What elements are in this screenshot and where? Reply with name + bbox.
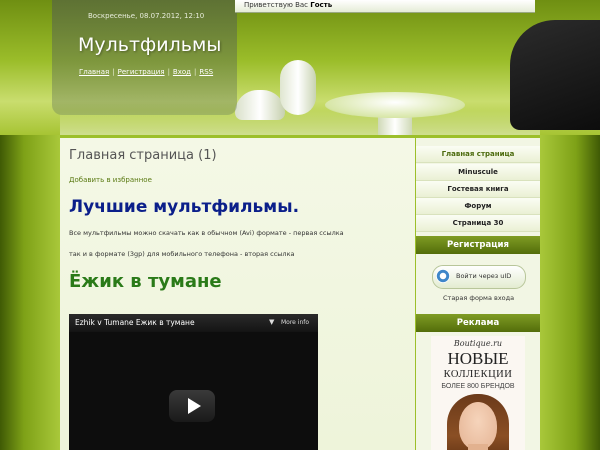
sidebar-item-page30[interactable]: Страница 30 <box>416 215 540 232</box>
date-time: Воскресенье, 08.07.2012, 12:10 <box>88 12 205 20</box>
ad-brand: Boutique.ru <box>453 339 503 348</box>
registration-block-title: Регистрация <box>416 236 540 254</box>
add-to-favorites-link[interactable]: Добавить в избранное <box>69 176 152 184</box>
ad-model-neck <box>468 444 488 450</box>
ad-headline-1: НОВЫЕ <box>447 349 509 368</box>
description-line-1: Все мультфильмы можно скачать как в обыч… <box>69 229 344 237</box>
uid-icon[interactable] <box>436 269 450 283</box>
more-info-button[interactable]: More info <box>281 319 309 326</box>
nav-link-home[interactable]: Главная <box>79 68 109 76</box>
video-player[interactable]: Ezhik v Tumane Ежик в тумане ▼ More info <box>69 314 318 450</box>
heading-movie: Ёжик в тумане <box>69 271 222 292</box>
heading-best-cartoons: Лучшие мультфильмы. <box>69 197 300 217</box>
video-title[interactable]: Ezhik v Tumane Ежик в тумане <box>75 318 195 327</box>
header-chair-image <box>280 60 316 115</box>
ad-banner[interactable]: Boutique.ru НОВЫЕ КОЛЛЕКЦИИ БОЛЕЕ 800 БР… <box>431 336 525 450</box>
ad-headline-3: БОЛЕЕ 800 БРЕНДОВ <box>441 383 515 390</box>
nav-link-login[interactable]: Вход <box>173 68 191 76</box>
greeting-user: Гость <box>310 1 333 9</box>
ad-block-title: Реклама <box>416 314 540 332</box>
description-line-2: так и в формате (3gp) для мобильного тел… <box>69 250 295 258</box>
more-info-icon[interactable]: ▼ <box>269 318 274 326</box>
sidebar-item-guestbook[interactable]: Гостевая книга <box>416 181 540 198</box>
greeting-prefix: Приветствую Вас <box>244 1 309 9</box>
header-sofa-image <box>510 20 600 130</box>
page-title: Главная страница (1) <box>69 148 217 163</box>
old-login-form-link[interactable]: Старая форма входа <box>443 294 514 302</box>
site-title[interactable]: Мультфильмы <box>78 34 221 56</box>
sidebar-item-home[interactable]: Главная страница <box>416 146 540 163</box>
sidebar-item-forum[interactable]: Форум <box>416 198 540 215</box>
ad-headline-2: КОЛЛЕКЦИИ <box>443 369 513 380</box>
nav-link-register[interactable]: Регистрация <box>118 68 165 76</box>
nav-link-rss[interactable]: RSS <box>199 68 213 76</box>
uid-login-label[interactable]: Войти через uID <box>456 272 511 280</box>
greeting-text: Приветствую Вас Гость <box>244 0 332 11</box>
header-chair-image <box>235 90 285 120</box>
sidebar-item-minuscule[interactable]: Minuscule <box>416 164 540 181</box>
play-icon[interactable] <box>188 398 201 414</box>
ad-model-face <box>459 402 497 450</box>
top-nav: Главная | Регистрация | Вход | RSS <box>79 68 214 76</box>
header-table-image <box>325 92 465 118</box>
